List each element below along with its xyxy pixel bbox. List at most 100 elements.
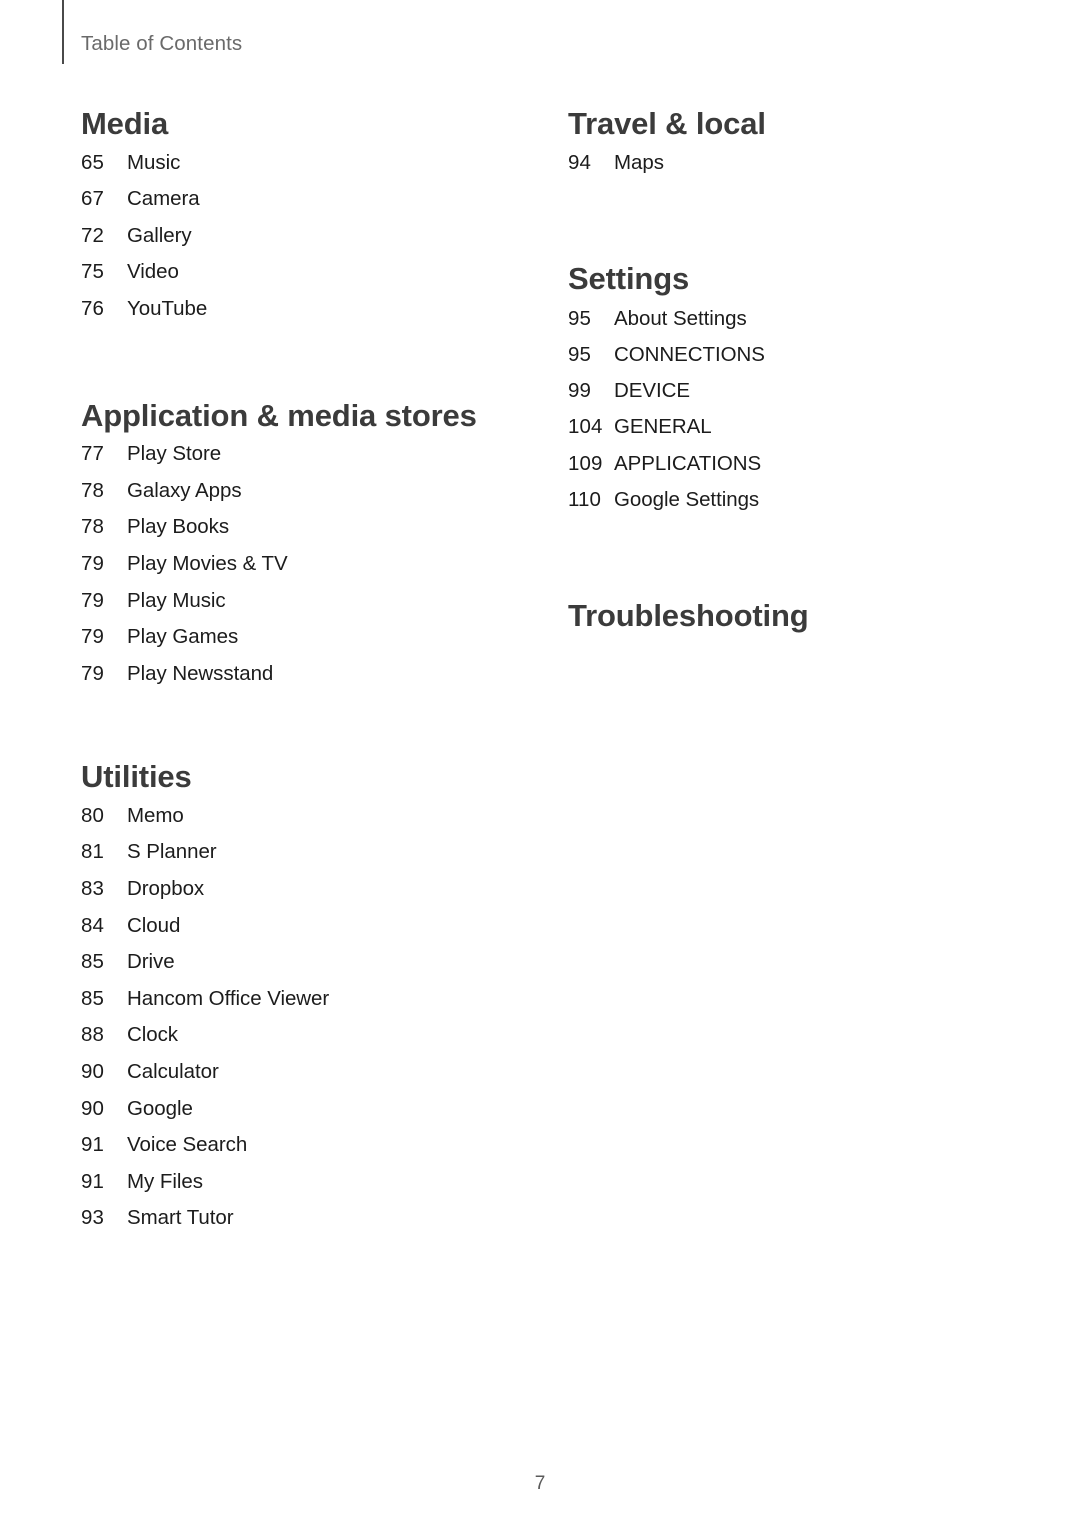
toc-entry[interactable]: 77 Play Store xyxy=(81,444,541,481)
toc-entry-label: DEVICE xyxy=(614,379,691,403)
toc-entry-list: 65 Music 67 Camera 72 Gallery 75 Video 76 YouTube xyxy=(81,150,541,336)
toc-entry-page-number: 95 xyxy=(568,342,592,366)
toc-entry-page-number: 94 xyxy=(568,150,592,174)
toc-entry-page-number: 79 xyxy=(81,551,105,575)
toc-section-travel-and-local: Travel & local 94 Maps xyxy=(568,106,988,189)
toc-entry-page-number: 95 xyxy=(568,306,592,330)
toc-entry-label: My Files xyxy=(127,1169,203,1193)
document-page: Table of Contents Media 65 Music 67 Camera 72… xyxy=(0,0,1080,1527)
page-folio: 7 xyxy=(534,1473,546,1494)
toc-entry-label: Smart Tutor xyxy=(127,1206,234,1230)
toc-entry[interactable]: 85 Hancom Office Viewer xyxy=(81,986,541,1026)
toc-entry-page-number: 99 xyxy=(568,379,592,403)
toc-section-troubleshooting: Troubleshooting xyxy=(568,598,988,635)
toc-section-media: Media 65 Music 67 Camera 72 Gallery 75 Video 76 Yo… xyxy=(81,106,541,336)
toc-entry[interactable]: 99 DEVICE xyxy=(568,381,988,417)
toc-section-utilities: Utilities 80 Memo 81 S Planner 83 Dropbox 84 Clo… xyxy=(81,759,541,1245)
toc-entry-label: Play Music xyxy=(127,588,226,612)
toc-entry-page-number: 88 xyxy=(81,1023,105,1047)
toc-entry[interactable]: 75 Video xyxy=(81,262,541,299)
toc-entry-page-number: 110 xyxy=(568,487,601,511)
toc-entry[interactable]: 104 GENERAL xyxy=(568,417,988,453)
toc-entry[interactable]: 95 CONNECTIONS xyxy=(568,342,988,381)
toc-entry[interactable]: 110 Google Settings xyxy=(568,487,988,526)
toc-entry-list: 95 About Settings 95 CONNECTIONS 99 DEVICE 104… xyxy=(568,306,988,526)
toc-entry[interactable]: 90 Google xyxy=(81,1096,541,1136)
toc-entry-page-number: 75 xyxy=(81,260,105,284)
toc-entry-label: GENERAL xyxy=(614,415,712,439)
toc-entry[interactable]: 79 Play Games xyxy=(81,627,541,664)
toc-entry-page-number: 91 xyxy=(81,1169,105,1193)
toc-entry-label: Gallery xyxy=(127,223,192,247)
toc-entry-label: Video xyxy=(127,260,179,284)
toc-entry-label: YouTube xyxy=(127,296,208,320)
toc-entry-page-number: 78 xyxy=(81,478,105,502)
toc-entry-label: Play Movies & TV xyxy=(127,551,288,575)
toc-entry[interactable]: 90 Calculator xyxy=(81,1062,541,1099)
toc-entry-label: Maps xyxy=(614,150,664,174)
toc-entry[interactable]: 79 Play Movies & TV xyxy=(81,551,541,591)
toc-entry-label: Calculator xyxy=(127,1060,219,1084)
toc-entry[interactable]: 76 YouTube xyxy=(81,296,541,336)
toc-entry[interactable]: 79 Play Music xyxy=(81,588,541,628)
toc-entry-page-number: 72 xyxy=(81,223,105,247)
toc-entry[interactable]: 94 Maps xyxy=(568,150,988,190)
toc-entry-page-number: 85 xyxy=(81,950,105,974)
toc-entry[interactable]: 91 Voice Search xyxy=(81,1135,541,1172)
toc-entry-page-number: 79 xyxy=(81,661,105,685)
toc-entry-page-number: 104 xyxy=(568,415,603,439)
toc-entry[interactable]: 79 Play Newsstand xyxy=(81,661,541,701)
toc-entry[interactable]: 91 My Files xyxy=(81,1169,541,1209)
toc-column-right: Travel & local 94 Maps Settings 95 About Sett… xyxy=(568,106,988,634)
toc-entry[interactable]: 109 APPLICATIONS xyxy=(568,451,988,490)
toc-entry[interactable]: 93 Smart Tutor xyxy=(81,1208,541,1245)
toc-entry[interactable]: 85 Drive xyxy=(81,952,541,989)
toc-entry-page-number: 81 xyxy=(81,840,105,864)
toc-entry-page-number: 83 xyxy=(81,877,105,901)
toc-entry[interactable]: 95 About Settings xyxy=(568,306,988,345)
toc-entry-label: Play Books xyxy=(127,515,230,539)
toc-entry-label: Memo xyxy=(127,803,184,827)
toc-section-heading: Application & media stores xyxy=(81,397,477,433)
toc-entry-page-number: 78 xyxy=(81,515,105,539)
toc-entry[interactable]: 78 Play Books xyxy=(81,517,541,554)
toc-entry-list: 77 Play Store 78 Galaxy Apps 78 Play Books 79 P… xyxy=(81,444,541,700)
toc-section-heading: Media xyxy=(81,106,169,141)
toc-entry-page-number: 109 xyxy=(568,451,603,475)
toc-entry[interactable]: 67 Camera xyxy=(81,189,541,226)
toc-entry-label: Cloud xyxy=(127,913,181,937)
toc-entry[interactable]: 80 Memo xyxy=(81,803,541,843)
toc-entry-label: Google xyxy=(127,1096,193,1120)
toc-entry-page-number: 93 xyxy=(81,1206,105,1230)
toc-section-heading: Troubleshooting xyxy=(568,597,809,633)
toc-entry-label: Voice Search xyxy=(127,1133,248,1157)
toc-section-heading: Utilities xyxy=(81,759,192,795)
toc-entry-page-number: 79 xyxy=(81,625,105,649)
toc-entry-page-number: 85 xyxy=(81,986,105,1010)
toc-section-application-and-media-stores: Application & media stores 77 Play Store 78… xyxy=(81,398,541,701)
toc-entry-page-number: 84 xyxy=(81,913,105,937)
toc-entry[interactable]: 72 Gallery xyxy=(81,223,541,263)
toc-section-heading: Settings xyxy=(568,261,690,297)
toc-entry-page-number: 65 xyxy=(81,150,105,174)
toc-entry-label: Camera xyxy=(127,187,200,211)
toc-entry-list: 80 Memo 81 S Planner 83 Dropbox 84 Cloud 85 Drive… xyxy=(81,803,541,1245)
toc-entry-label: CONNECTIONS xyxy=(614,342,765,366)
running-header-title: Table of Contents xyxy=(81,31,243,55)
toc-entry-label: S Planner xyxy=(127,840,217,864)
toc-entry-label: Dropbox xyxy=(127,877,205,901)
toc-entry[interactable]: 78 Galaxy Apps xyxy=(81,478,541,518)
toc-entry[interactable]: 81 S Planner xyxy=(81,842,541,879)
toc-entry[interactable]: 83 Dropbox xyxy=(81,879,541,916)
toc-entry-label: Drive xyxy=(127,950,175,974)
toc-entry[interactable]: 65 Music xyxy=(81,150,541,190)
toc-section-settings: Settings 95 About Settings 95 CONNECTIONS 99 D… xyxy=(568,261,988,526)
toc-entry[interactable]: 84 Cloud xyxy=(81,913,541,953)
toc-entry-label: Play Games xyxy=(127,625,239,649)
toc-entry-page-number: 77 xyxy=(81,442,105,466)
toc-column-left: Media 65 Music 67 Camera 72 Gallery 75 Video 76 Yo… xyxy=(81,106,541,1245)
toc-section-heading: Travel & local xyxy=(568,106,766,141)
toc-entry-label: APPLICATIONS xyxy=(614,451,762,475)
toc-entry-label: Play Newsstand xyxy=(127,661,274,685)
toc-entry[interactable]: 88 Clock xyxy=(81,1025,541,1062)
